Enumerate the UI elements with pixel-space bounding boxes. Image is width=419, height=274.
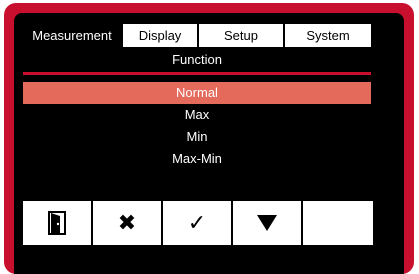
tab-measurement[interactable]: Measurement bbox=[23, 24, 121, 47]
function-option-list: Normal Max Min Max-Min bbox=[23, 82, 371, 170]
tab-bar: Measurement Display Setup System bbox=[23, 24, 419, 47]
cancel-softkey[interactable]: ✖ bbox=[93, 201, 163, 245]
confirm-softkey[interactable]: ✓ bbox=[163, 201, 233, 245]
title-divider bbox=[23, 72, 371, 75]
softkey-bar: ✖ ✓ bbox=[23, 201, 373, 245]
exit-softkey[interactable] bbox=[23, 201, 93, 245]
down-softkey[interactable] bbox=[233, 201, 303, 245]
down-arrow-icon bbox=[256, 214, 278, 232]
exit-door-icon bbox=[48, 211, 66, 235]
tab-display[interactable]: Display bbox=[121, 24, 197, 47]
option-max[interactable]: Max bbox=[23, 104, 371, 126]
option-min[interactable]: Min bbox=[23, 126, 371, 148]
tab-setup[interactable]: Setup bbox=[197, 24, 283, 47]
tab-system[interactable]: System bbox=[283, 24, 371, 47]
cancel-x-icon: ✖ bbox=[117, 210, 137, 236]
confirm-check-icon: ✓ bbox=[187, 210, 207, 236]
function-title: Function bbox=[172, 52, 222, 67]
option-normal[interactable]: Normal bbox=[23, 82, 371, 104]
empty-softkey[interactable] bbox=[303, 201, 373, 245]
option-max-min[interactable]: Max-Min bbox=[23, 148, 371, 170]
